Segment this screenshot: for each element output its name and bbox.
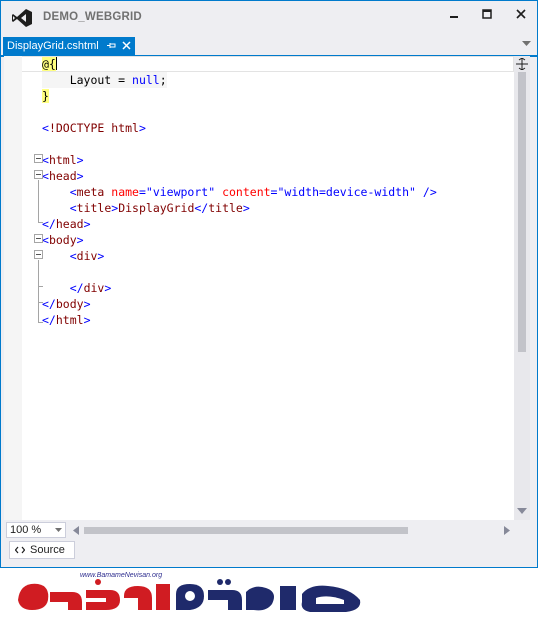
code-text: <head> (42, 169, 84, 183)
source-view-button[interactable]: Source (9, 541, 75, 559)
razor-block-close: } (42, 89, 49, 103)
close-tab-icon[interactable] (121, 40, 132, 51)
code-text: <div> (69, 249, 105, 263)
zoom-dropdown[interactable]: 100 % (6, 522, 66, 538)
title-bar: DEMO_WEBGRID (1, 1, 537, 35)
close-window-button[interactable] (508, 5, 534, 27)
pin-icon[interactable] (106, 40, 117, 51)
editor-bottom-bar: 100 % (4, 522, 530, 538)
collapse-div-button[interactable] (34, 250, 43, 259)
code-line: <body> (42, 232, 84, 248)
code-line: </html> (42, 312, 91, 328)
document-tabstrip: DisplayGrid.cshtml (1, 37, 537, 57)
code-text: <body> (42, 233, 84, 247)
code-line: </body> (42, 296, 91, 312)
minimize-icon (450, 16, 458, 18)
scroll-down-icon[interactable] (517, 508, 527, 514)
collapse-body-button[interactable] (34, 234, 43, 243)
outline-guide (38, 180, 39, 222)
code-line: <title>DisplayGrid</title> (42, 200, 250, 216)
vertical-scrollbar[interactable] (514, 56, 530, 520)
code-text: <meta name="viewport" content="width=dev… (69, 185, 437, 199)
text-caret (55, 57, 57, 70)
outline-end (38, 302, 43, 303)
code-line: Layout = null; (42, 72, 167, 88)
maximize-icon (482, 9, 492, 19)
code-text: </body> (42, 297, 91, 311)
code-line: <div> (42, 248, 105, 264)
code-line: </head> (42, 216, 91, 232)
code-line: @{ (42, 56, 57, 72)
window-title: DEMO_WEBGRID (43, 11, 142, 23)
watermark-logo: www.BamameNevisan.org (10, 570, 370, 616)
code-text: </html> (42, 313, 91, 327)
tab-label: DisplayGrid.cshtml (7, 40, 99, 52)
brand-logo-icon (18, 579, 361, 612)
maximize-button[interactable] (474, 5, 500, 27)
collapse-head-button[interactable] (34, 170, 43, 179)
code-line: <html> (42, 152, 84, 168)
code-line-meta: <meta name="viewport" content="width=dev… (42, 184, 437, 200)
collapse-html-button[interactable] (34, 154, 43, 163)
code-area[interactable]: @{ Layout = null; } <!DOCTYPE html> <htm… (22, 56, 514, 520)
split-window-icon[interactable] (515, 58, 529, 70)
outline-end (38, 222, 43, 223)
chevron-down-icon[interactable] (522, 41, 531, 47)
code-text: <html> (42, 153, 84, 167)
code-line: } (42, 88, 49, 104)
chevron-down-icon (55, 528, 62, 532)
horizontal-scrollbar[interactable] (70, 522, 516, 538)
code-text: <title>DisplayGrid</title> (69, 201, 250, 215)
scroll-right-icon[interactable] (504, 526, 510, 535)
code-line: <!DOCTYPE html> (42, 120, 146, 136)
watermark-url: www.BamameNevisan.org (80, 572, 163, 579)
source-label: Source (30, 544, 65, 556)
tab-displaygrid-cshtml[interactable]: DisplayGrid.cshtml (3, 37, 135, 55)
code-editor[interactable]: @{ Layout = null; } <!DOCTYPE html> <htm… (4, 56, 514, 520)
razor-block-open: @{ (42, 57, 56, 71)
code-line: </div> (42, 280, 112, 296)
doctype-text: <!DOCTYPE html> (42, 121, 146, 135)
code-text: </head> (42, 217, 91, 231)
outline-end (38, 286, 43, 287)
code-brackets-icon (15, 546, 25, 554)
scroll-left-icon[interactable] (73, 526, 79, 535)
editor-margin (4, 56, 22, 520)
close-icon (516, 9, 526, 19)
outline-end (38, 322, 43, 323)
outline-guide (38, 260, 39, 322)
visual-studio-logo-icon (12, 9, 32, 27)
vertical-scroll-thumb[interactable] (518, 72, 526, 352)
zoom-value: 100 % (10, 524, 42, 536)
code-line: <head> (42, 168, 84, 184)
minimize-button[interactable] (441, 5, 467, 27)
horizontal-scroll-thumb[interactable] (84, 527, 408, 534)
code-text: </div> (69, 281, 112, 295)
code-text: Layout = null; (42, 73, 167, 87)
